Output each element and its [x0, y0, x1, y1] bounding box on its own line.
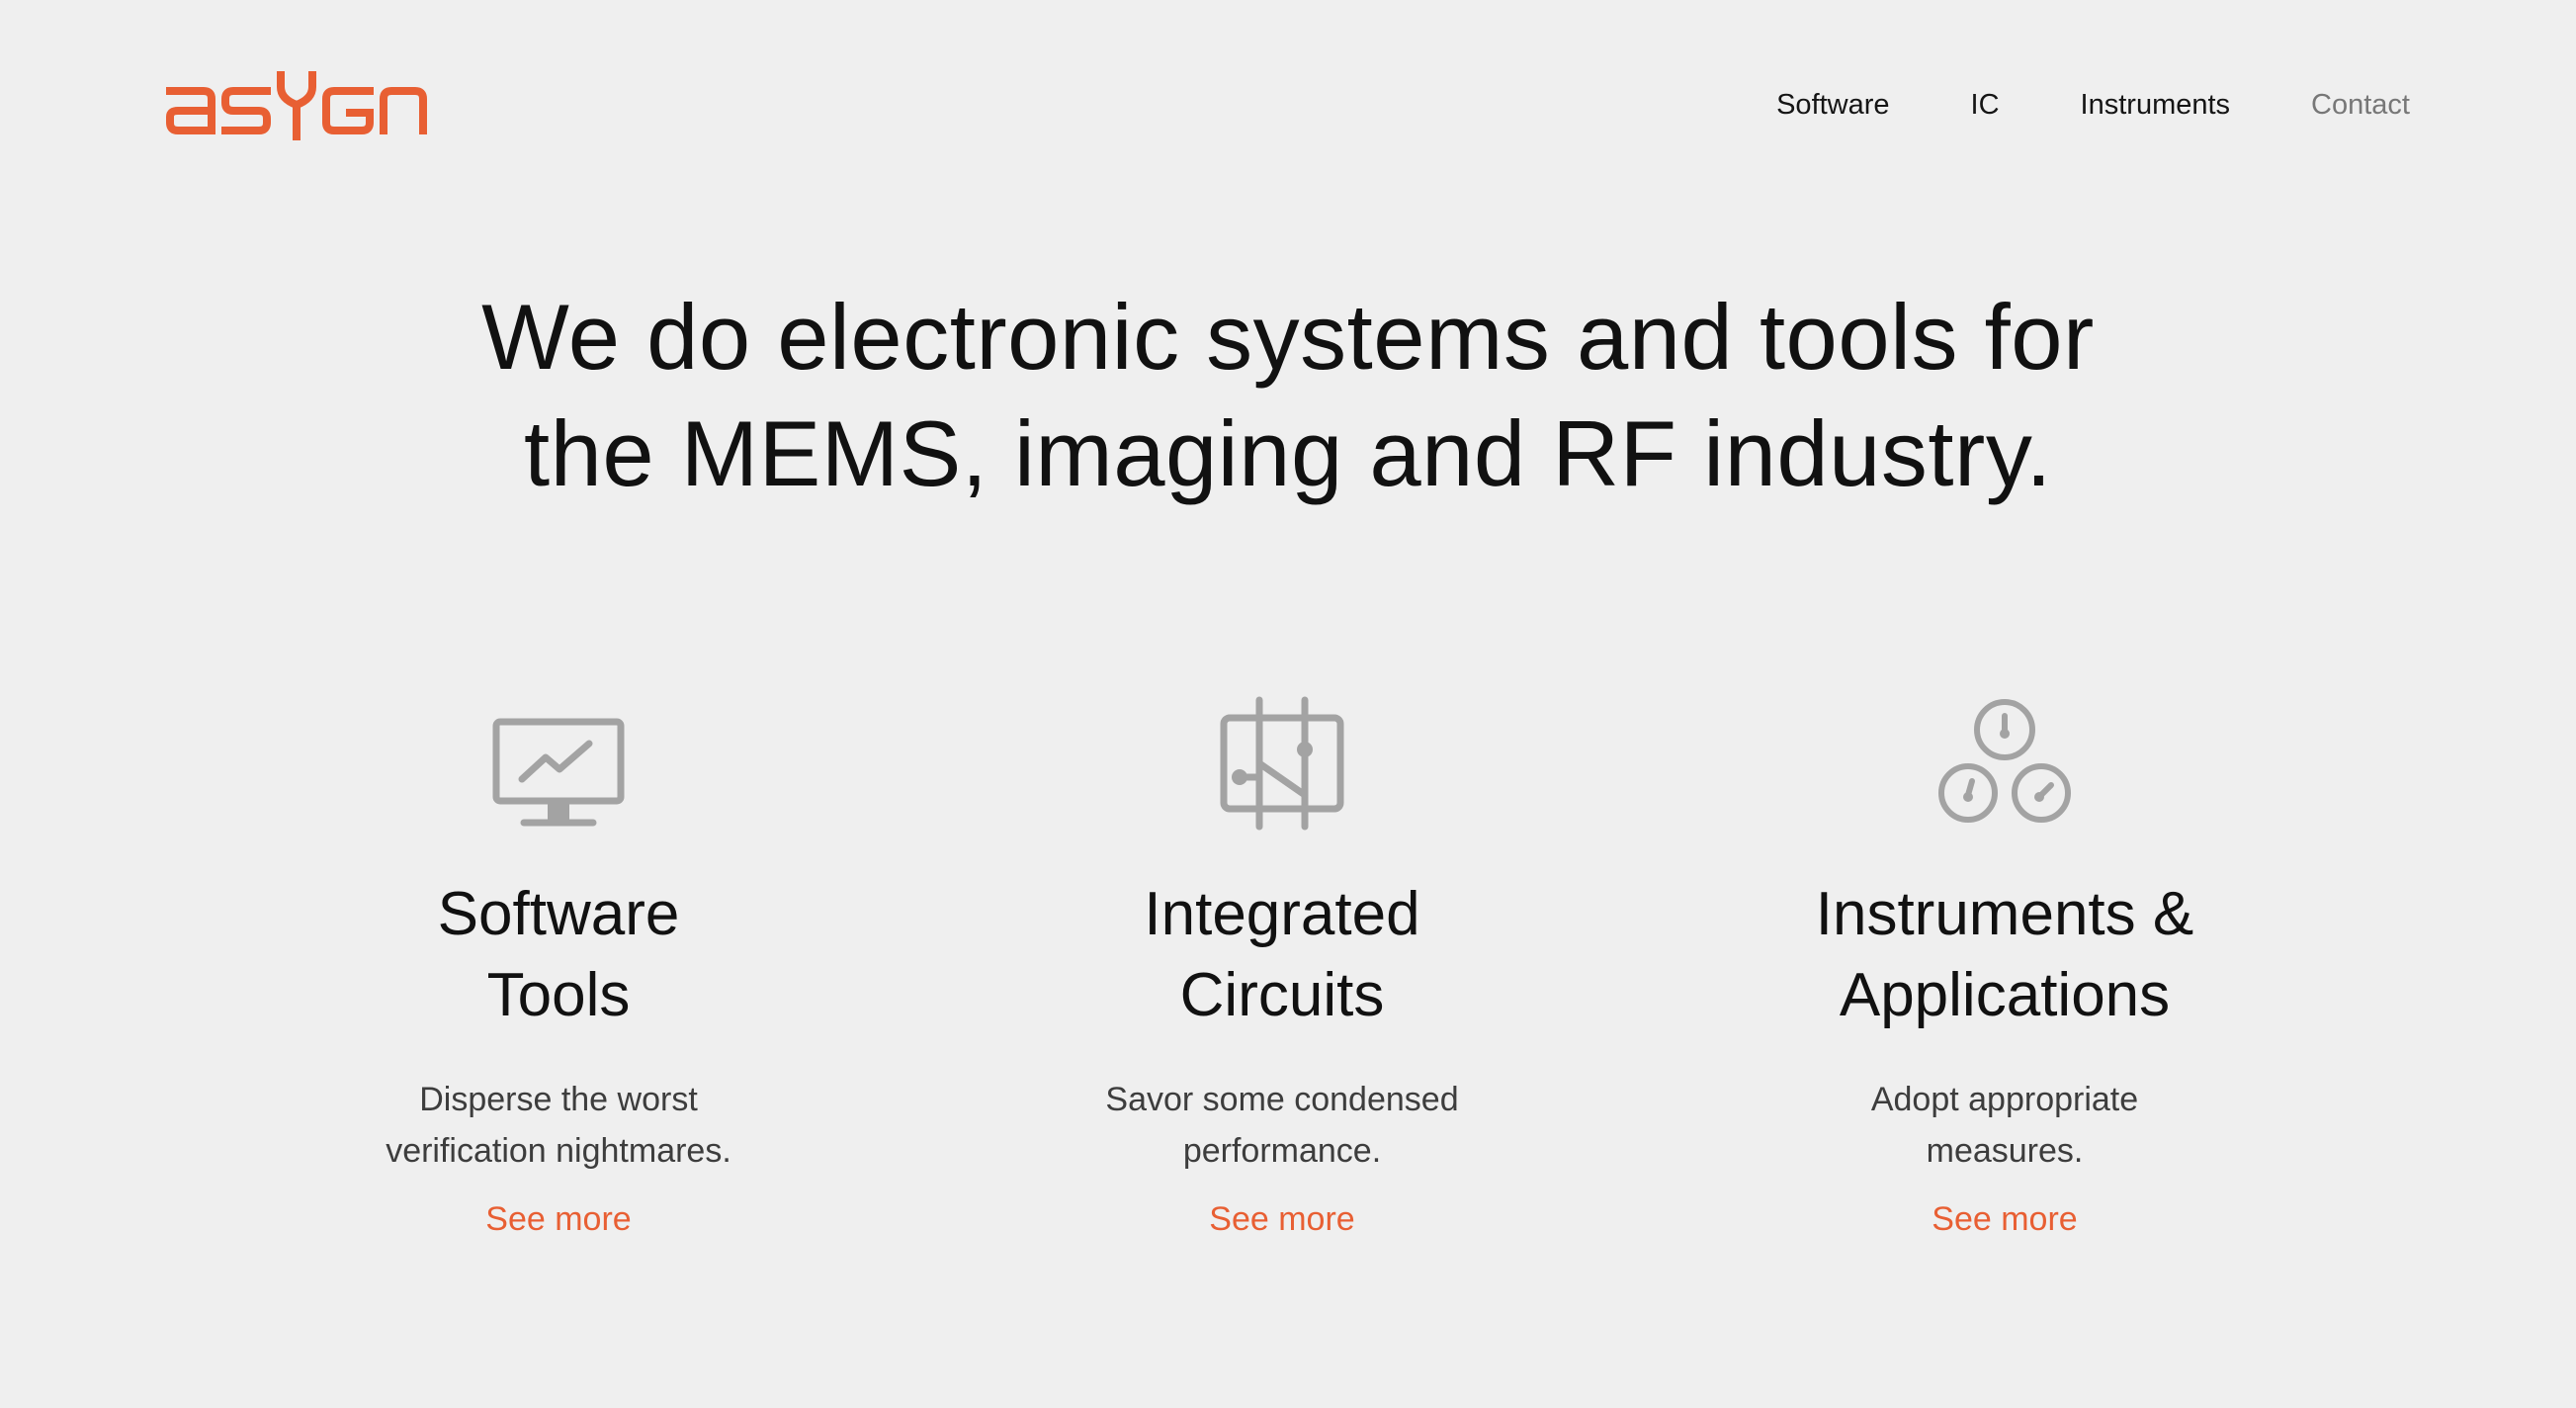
monitor-chart-icon [492, 718, 625, 827]
feature-integrated-circuits: Integrated Circuits Savor some condensed… [976, 692, 1589, 1244]
nav-link-contact[interactable]: Contact [2311, 87, 2410, 123]
chip-circuit-icon [1220, 696, 1344, 831]
nav-link-ic[interactable]: IC [1971, 87, 2000, 123]
hero-line-2: the MEMS, imaging and RF industry. [524, 401, 2052, 505]
feature-description: Savor some condensed performance. [1055, 1074, 1509, 1177]
feature-desc-line-2: verification nightmares. [386, 1132, 731, 1170]
see-more-link-instruments[interactable]: See more [1932, 1194, 2077, 1244]
feature-desc-line-2: measures. [1926, 1132, 2084, 1170]
feature-desc-line-1: Adopt appropriate [1870, 1081, 2139, 1118]
feature-title-line-2: Tools [486, 961, 631, 1029]
feature-title-line-1: Integrated [1144, 880, 1420, 948]
feature-title: Instruments & Applications [1698, 874, 2311, 1036]
hero-line-1: We do electronic systems and tools for [481, 285, 2095, 389]
nav-link-instruments[interactable]: Instruments [2081, 87, 2231, 123]
feature-description: Disperse the worst verification nightmar… [331, 1074, 786, 1177]
asygn-logo[interactable] [164, 69, 451, 140]
feature-desc-line-1: Disperse the worst [419, 1081, 698, 1118]
asygn-logo-mark [166, 71, 427, 140]
feature-title-line-2: Applications [1839, 961, 2171, 1029]
feature-title-line-1: Software [437, 880, 680, 948]
feature-instruments-applications: Instruments & Applications Adopt appropr… [1698, 692, 2311, 1244]
feature-desc-line-2: performance. [1182, 1132, 1382, 1170]
hero-headline: We do electronic systems and tools for t… [0, 279, 2576, 512]
see-more-link-software[interactable]: See more [485, 1194, 631, 1244]
gauges-icon [1938, 699, 2071, 823]
feature-title-line-1: Instruments & [1815, 880, 2194, 948]
feature-desc-line-1: Savor some condensed [1105, 1081, 1459, 1118]
site-header: Software IC Instruments Contact [0, 0, 2576, 208]
feature-title-line-2: Circuits [1179, 961, 1385, 1029]
feature-software-tools: Software Tools Disperse the worst verifi… [252, 692, 865, 1244]
features-section: Software Tools Disperse the worst verifi… [0, 692, 2576, 1285]
feature-title: Integrated Circuits [976, 874, 1589, 1036]
feature-description: Adopt appropriate measures. [1777, 1074, 2232, 1177]
feature-title: Software Tools [252, 874, 865, 1036]
see-more-link-ic[interactable]: See more [1209, 1194, 1354, 1244]
nav-link-software[interactable]: Software [1776, 87, 1889, 123]
main-nav: Software IC Instruments Contact [1776, 87, 2410, 123]
